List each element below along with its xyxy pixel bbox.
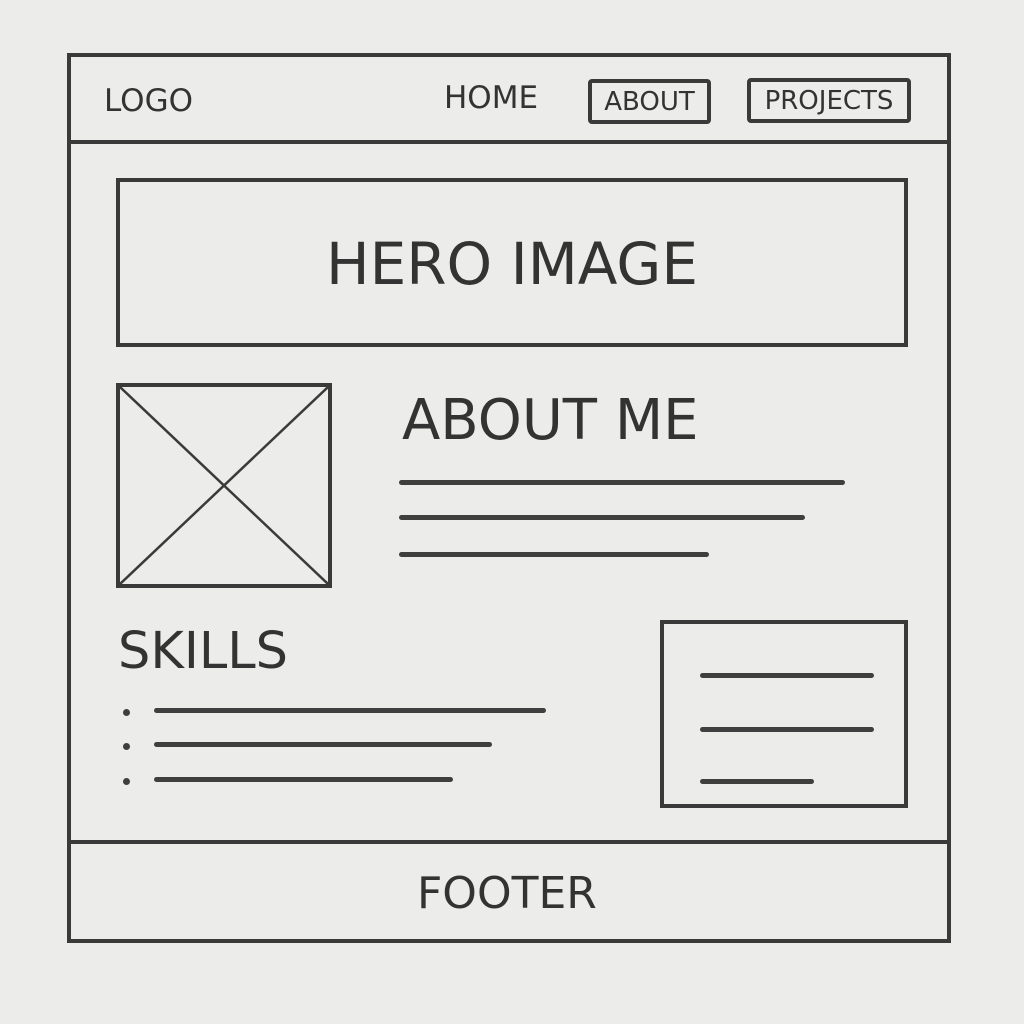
- nav-projects-button[interactable]: PROJECTS: [747, 78, 911, 123]
- skills-heading: SKILLS: [118, 622, 289, 681]
- footer-label: FOOTER: [417, 868, 597, 919]
- card-text-line: [700, 673, 874, 678]
- skill-bullet: [123, 743, 130, 750]
- skill-bullet: [123, 778, 130, 785]
- hero-image-label: HERO IMAGE: [325, 229, 699, 298]
- footer-divider: [67, 840, 951, 844]
- header-divider: [67, 140, 951, 144]
- skill-text-line: [154, 708, 546, 713]
- nav-about-button[interactable]: ABOUT: [588, 79, 711, 124]
- hero-image: HERO IMAGE: [116, 178, 908, 347]
- logo[interactable]: LOGO: [104, 86, 193, 117]
- about-heading: ABOUT ME: [402, 388, 699, 453]
- profile-image-placeholder: [116, 383, 332, 588]
- card-text-line: [700, 779, 814, 784]
- skill-text-line: [154, 777, 453, 782]
- card-text-line: [700, 727, 874, 732]
- skill-text-line: [154, 742, 492, 747]
- skill-bullet: [123, 709, 130, 716]
- nav-home[interactable]: HOME: [444, 83, 538, 114]
- about-text-line: [399, 515, 805, 520]
- image-placeholder-icon: [120, 387, 328, 584]
- about-text-line: [399, 480, 845, 485]
- about-text-line: [399, 552, 709, 557]
